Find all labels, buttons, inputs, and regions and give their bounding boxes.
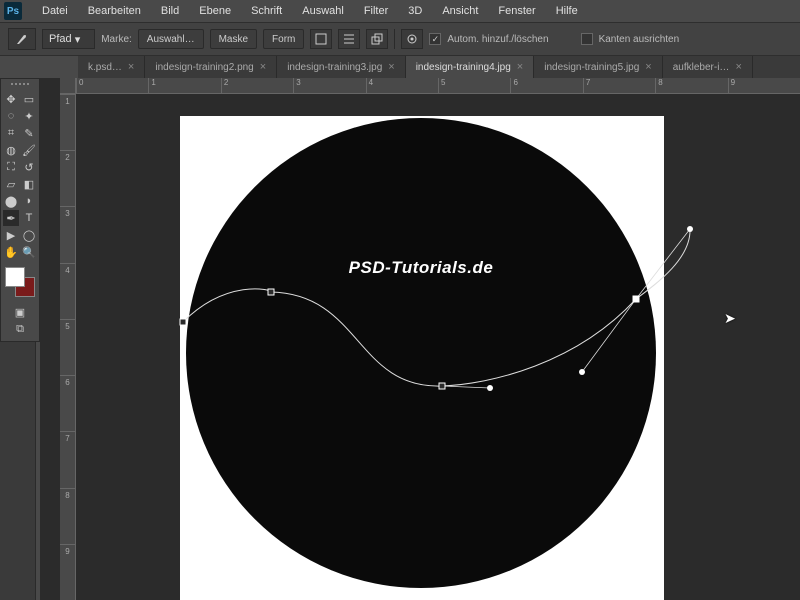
menu-hilfe[interactable]: Hilfe xyxy=(546,5,588,17)
tab[interactable]: k.psd…× xyxy=(78,56,145,78)
color-swatches[interactable] xyxy=(5,267,35,297)
shape-button[interactable]: Form xyxy=(263,29,304,49)
path-op-icon[interactable] xyxy=(310,29,332,49)
close-icon[interactable]: × xyxy=(735,61,741,73)
watermark-text: PSD-Tutorials.de xyxy=(186,258,656,278)
stamp-tool-icon[interactable]: ⛶ xyxy=(3,159,19,175)
dodge-tool-icon[interactable]: ◗ xyxy=(21,193,37,209)
tab[interactable]: indesign-training5.jpg× xyxy=(534,56,663,78)
menu-filter[interactable]: Filter xyxy=(354,5,398,17)
selection-tool-icon[interactable]: ▭ xyxy=(21,91,37,107)
quickmask-icon[interactable]: ▣ xyxy=(12,304,28,320)
menu-3d[interactable]: 3D xyxy=(398,5,432,17)
menu-ansicht[interactable]: Ansicht xyxy=(432,5,488,17)
gear-icon[interactable] xyxy=(401,29,423,49)
rubber-label: Kanten ausrichten xyxy=(599,34,680,45)
close-icon[interactable]: × xyxy=(260,61,266,73)
menu-schrift[interactable]: Schrift xyxy=(241,5,292,17)
move-tool-icon[interactable]: ✥ xyxy=(3,91,19,107)
gradient-tool-icon[interactable]: ◧ xyxy=(21,176,37,192)
menu-datei[interactable]: Datei xyxy=(32,5,78,17)
menu-auswahl[interactable]: Auswahl xyxy=(292,5,354,17)
hand-tool-icon[interactable]: ✋ xyxy=(3,244,19,260)
menu-ebene[interactable]: Ebene xyxy=(189,5,241,17)
type-tool-icon[interactable]: T xyxy=(21,210,37,226)
menu-bar: Ps DateiBearbeitenBildEbeneSchriftAuswah… xyxy=(0,0,800,22)
blur-tool-icon[interactable]: ⬤ xyxy=(3,193,19,209)
lasso-tool-icon[interactable]: ◌ xyxy=(3,108,19,124)
close-icon[interactable]: × xyxy=(517,61,523,73)
close-icon[interactable]: × xyxy=(128,61,134,73)
tab[interactable]: aufkleber-i…× xyxy=(663,56,753,78)
shape-tool-icon[interactable]: ◯ xyxy=(21,227,37,243)
tool-preset-icon[interactable] xyxy=(8,28,36,50)
panel-grip[interactable] xyxy=(6,83,34,88)
menu-bearbeiten[interactable]: Bearbeiten xyxy=(78,5,151,17)
close-icon[interactable]: × xyxy=(388,61,394,73)
options-bar: Pfad ▾ Marke: Auswahl… Maske Form Autom.… xyxy=(0,22,800,56)
mask-button[interactable]: Maske xyxy=(210,29,257,49)
heal-tool-icon[interactable]: ◍ xyxy=(3,142,19,158)
canvas[interactable]: PSD-Tutorials.de xyxy=(76,94,800,600)
brush-tool-icon[interactable]: 🖌 xyxy=(21,142,37,158)
make-label: Marke: xyxy=(101,34,132,45)
selection-button[interactable]: Auswahl… xyxy=(138,29,204,49)
document[interactable]: PSD-Tutorials.de xyxy=(180,116,664,600)
tab[interactable]: indesign-training3.jpg× xyxy=(277,56,406,78)
tab[interactable]: indesign-training4.jpg× xyxy=(406,56,535,78)
pen-tool-icon[interactable]: ✒ xyxy=(3,210,19,226)
eyedropper-tool-icon[interactable]: ✎ xyxy=(21,125,37,141)
align-icon[interactable] xyxy=(338,29,360,49)
path-mode-select[interactable]: Pfad ▾ xyxy=(42,29,95,49)
circle-shape: PSD-Tutorials.de xyxy=(186,118,656,588)
app-logo: Ps xyxy=(4,2,22,20)
ruler-origin[interactable] xyxy=(60,78,76,94)
wand-tool-icon[interactable]: ✦ xyxy=(21,108,37,124)
rubber-checkbox[interactable] xyxy=(581,33,593,45)
history-brush-icon[interactable]: ↺ xyxy=(21,159,37,175)
eraser-tool-icon[interactable]: ▱ xyxy=(3,176,19,192)
path-select-tool-icon[interactable]: ▶ xyxy=(3,227,19,243)
cursor-icon: ➤ xyxy=(724,310,736,327)
close-icon[interactable]: × xyxy=(645,61,651,73)
auto-add-label: Autom. hinzuf./löschen xyxy=(447,34,548,45)
document-tab-bar: k.psd…×indesign-training2.png×indesign-t… xyxy=(78,56,800,78)
tools-panel: ✥ ▭ ◌ ✦ ⌗ ✎ ◍ 🖌 ⛶ ↺ ▱ ◧ ⬤ ◗ ✒ T xyxy=(0,78,40,342)
foreground-color-swatch[interactable] xyxy=(5,267,25,287)
screenmode-icon[interactable]: ⧉ xyxy=(12,321,28,337)
auto-add-checkbox[interactable] xyxy=(429,33,441,45)
tab[interactable]: indesign-training2.png× xyxy=(145,56,277,78)
ruler-horizontal[interactable]: 0123456789 xyxy=(76,78,800,94)
ruler-vertical[interactable]: 123456789 xyxy=(60,94,76,600)
menu-fenster[interactable]: Fenster xyxy=(488,5,545,17)
menu-bild[interactable]: Bild xyxy=(151,5,189,17)
crop-tool-icon[interactable]: ⌗ xyxy=(3,125,19,141)
arrange-icon[interactable] xyxy=(366,29,388,49)
zoom-tool-icon[interactable]: 🔍 xyxy=(21,244,37,260)
